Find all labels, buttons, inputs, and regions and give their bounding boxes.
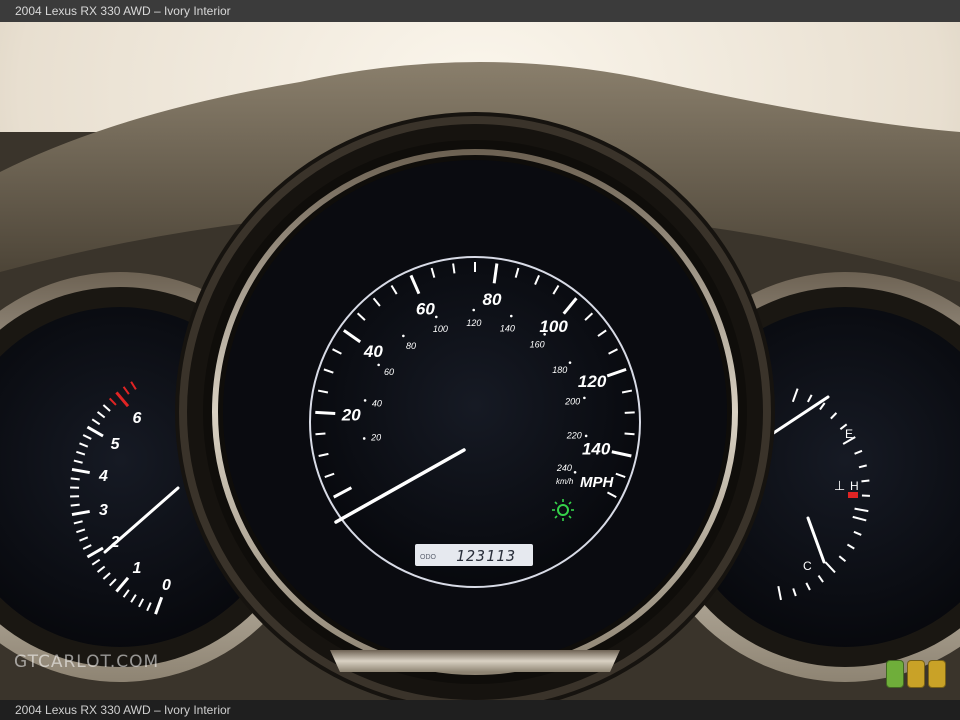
fuel-empty-label: E <box>845 427 853 441</box>
kmh-label: 80 <box>406 341 416 351</box>
temp-redzone <box>848 492 858 498</box>
rating-badge-yellow <box>907 660 925 688</box>
kmh-label: 40 <box>372 399 382 409</box>
kmh-label: 20 <box>370 433 381 443</box>
caption-text: 2004 Lexus RX 330 AWD – Ivory Interior <box>15 703 231 717</box>
tach-label: 6 <box>133 410 142 427</box>
mph-label: 60 <box>416 299 435 318</box>
page-title-bar: 2004 Lexus RX 330 AWD – Ivory Interior <box>0 0 960 22</box>
dashboard-photo: 0123456 E H C ⊥ 2040608010 <box>0 22 960 700</box>
gauge-cluster: 0123456 E H C ⊥ 2040608010 <box>0 22 960 700</box>
temp-hot-label: H <box>850 479 859 493</box>
kmh-label: 140 <box>500 323 515 333</box>
mph-label: 100 <box>539 317 568 336</box>
tach-label: 4 <box>98 468 108 485</box>
kmh-dot <box>568 361 572 364</box>
kmh-dot <box>472 308 476 312</box>
speedometer: 204060 80100120140 2040608010012014016018… <box>175 112 775 700</box>
kmh-dot <box>363 399 367 402</box>
speed-tick <box>624 411 635 414</box>
odometer-value: 123113 <box>456 547 516 565</box>
bezel-trim <box>330 650 620 672</box>
mph-label: 120 <box>578 372 607 391</box>
odometer-display: ODO 123113 <box>415 544 533 566</box>
mph-unit-label: MPH <box>580 474 615 491</box>
tach-tick <box>70 477 80 481</box>
kmh-dot <box>573 470 577 474</box>
kmh-label: 200 <box>564 396 580 406</box>
kmh-label: 240 <box>556 463 572 473</box>
kmh-label: 120 <box>466 318 481 328</box>
temp-cold-label: C <box>803 559 812 573</box>
mph-label: 140 <box>582 439 611 458</box>
kmh-label: 160 <box>530 340 545 350</box>
odometer-label: ODO <box>420 554 437 561</box>
speed-tick <box>315 432 326 436</box>
kmh-dot <box>509 314 513 318</box>
kmh-label: 60 <box>384 367 394 377</box>
gauge-tick <box>861 479 870 483</box>
kmh-label: 100 <box>433 324 448 334</box>
caption-bar: 2004 Lexus RX 330 AWD – Ivory Interior <box>0 700 960 720</box>
speed-tick <box>624 432 635 436</box>
kmh-dot <box>362 437 366 440</box>
tach-label: 1 <box>133 560 142 577</box>
kmh-dot <box>584 434 588 438</box>
kmh-dot <box>402 334 405 338</box>
kmh-dot <box>543 332 546 336</box>
rating-badges <box>886 660 946 688</box>
watermark-logo: GTCARLOT.COM <box>14 652 160 672</box>
coolant-temp-icon: ⊥ <box>834 479 845 494</box>
mph-label: 20 <box>341 406 361 425</box>
kmh-unit-label: km/h <box>556 477 574 486</box>
rating-badge-green <box>886 660 904 688</box>
kmh-dot <box>434 315 438 319</box>
speed-tick <box>452 263 456 274</box>
mph-label: 40 <box>363 342 383 361</box>
tach-label: 3 <box>99 502 108 519</box>
tach-label: 0 <box>162 577 171 594</box>
speed-tick <box>315 410 336 416</box>
mph-label: 80 <box>483 290 502 309</box>
kmh-label: 180 <box>552 365 567 375</box>
rating-badge-yellow <box>928 660 946 688</box>
kmh-dot <box>377 363 380 367</box>
kmh-dot <box>583 396 586 400</box>
tach-label: 5 <box>111 436 121 453</box>
kmh-label: 220 <box>566 430 582 440</box>
page-title: 2004 Lexus RX 330 AWD – Ivory Interior <box>15 4 231 18</box>
tach-tick <box>70 503 80 507</box>
